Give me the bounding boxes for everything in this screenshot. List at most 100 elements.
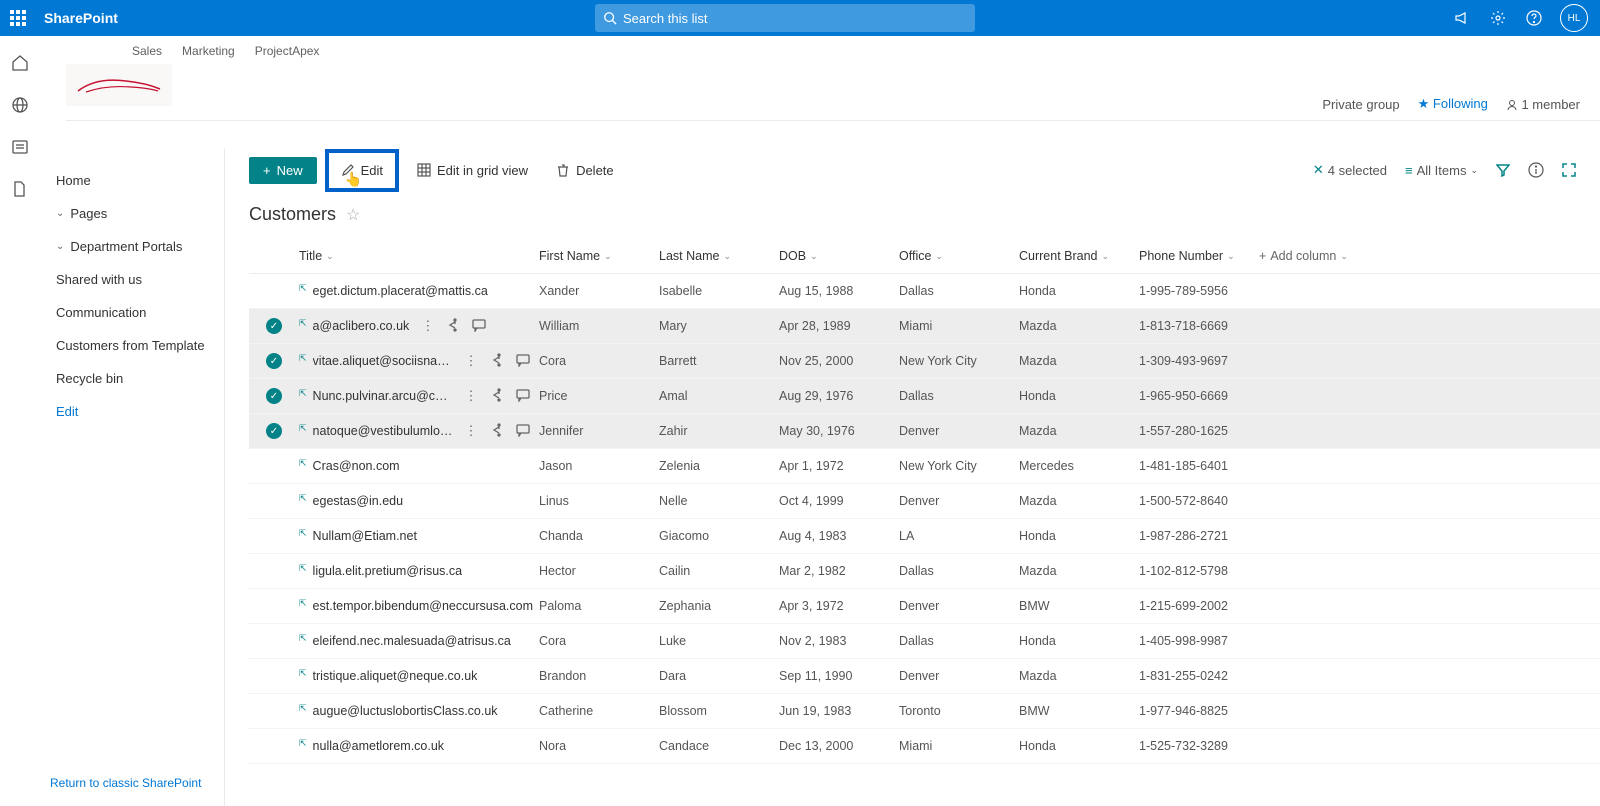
cell-dob: Oct 4, 1999 <box>779 494 899 508</box>
title-cell[interactable]: ⇱a@aclibero.co.uk⋮ <box>299 318 539 334</box>
search-input[interactable] <box>623 11 967 26</box>
comment-icon[interactable] <box>516 353 530 369</box>
members-button[interactable]: 1 member <box>1506 97 1580 112</box>
title-text: eget.dictum.placerat@mattis.ca <box>313 284 488 298</box>
edit-grid-button[interactable]: Edit in grid view <box>407 157 538 184</box>
checkmark-icon: ✓ <box>266 423 282 439</box>
table-row[interactable]: ⇱eget.dictum.placerat@mattis.caXanderIsa… <box>249 274 1600 309</box>
app-launcher[interactable] <box>0 0 36 36</box>
cell-phone: 1-995-789-5956 <box>1139 284 1259 298</box>
column-last-name[interactable]: Last Name⌄ <box>659 241 779 271</box>
table-row[interactable]: ⇱est.tempor.bibendum@neccursusa.comPalom… <box>249 589 1600 624</box>
title-text: ligula.elit.pretium@risus.ca <box>313 564 463 578</box>
table-row[interactable]: ⇱eleifend.nec.malesuada@atrisus.caCoraLu… <box>249 624 1600 659</box>
more-icon[interactable]: ⋮ <box>421 318 434 334</box>
comment-icon[interactable] <box>516 423 530 439</box>
nav-communication[interactable]: Communication <box>48 296 224 329</box>
title-cell[interactable]: ⇱augue@luctuslobortisClass.co.uk <box>299 704 539 718</box>
row-select[interactable]: ✓ <box>249 388 299 404</box>
table-row[interactable]: ⇱nulla@ametlorem.co.ukNoraCandaceDec 13,… <box>249 729 1600 764</box>
title-cell[interactable]: ⇱eleifend.nec.malesuada@atrisus.ca <box>299 634 539 648</box>
nav-home[interactable]: Home <box>48 164 224 197</box>
title-cell[interactable]: ⇱vitae.aliquet@sociisnato...⋮ <box>299 353 539 369</box>
column-office[interactable]: Office⌄ <box>899 241 1019 271</box>
cell-first: Jennifer <box>539 424 659 438</box>
title-cell[interactable]: ⇱Nunc.pulvinar.arcu@con...⋮ <box>299 388 539 404</box>
new-button[interactable]: +New <box>249 157 317 184</box>
nav-customers-template[interactable]: Customers from Template <box>48 329 224 362</box>
comment-icon[interactable] <box>472 318 486 334</box>
nav-recycle-bin[interactable]: Recycle bin <box>48 362 224 395</box>
column-title[interactable]: Title⌄ <box>299 241 539 271</box>
share-icon[interactable] <box>490 353 504 369</box>
cell-first: Cora <box>539 354 659 368</box>
table-row[interactable]: ⇱egestas@in.eduLinusNelleOct 4, 1999Denv… <box>249 484 1600 519</box>
title-cell[interactable]: ⇱tristique.aliquet@neque.co.uk <box>299 669 539 683</box>
cell-first: Hector <box>539 564 659 578</box>
more-icon[interactable]: ⋮ <box>465 423 478 439</box>
help-icon[interactable] <box>1524 8 1544 28</box>
column-first-name[interactable]: First Name⌄ <box>539 241 659 271</box>
megaphone-icon[interactable] <box>1452 8 1472 28</box>
add-column[interactable]: + Add column⌄ <box>1259 241 1399 271</box>
title-cell[interactable]: ⇱est.tempor.bibendum@neccursusa.com <box>299 599 539 613</box>
nav-department-portals[interactable]: ⌄Department Portals <box>48 230 224 263</box>
settings-icon[interactable] <box>1488 8 1508 28</box>
row-select[interactable]: ✓ <box>249 423 299 439</box>
share-icon[interactable] <box>490 388 504 404</box>
favorite-star-icon[interactable]: ☆ <box>346 205 360 225</box>
user-avatar[interactable]: HL <box>1560 4 1588 32</box>
column-brand[interactable]: Current Brand⌄ <box>1019 241 1139 271</box>
nav-shared[interactable]: Shared with us <box>48 263 224 296</box>
search-box[interactable] <box>595 4 975 32</box>
edit-button[interactable]: Edit 👆 <box>325 149 399 192</box>
hub-link[interactable]: Sales <box>132 44 162 58</box>
chevron-down-icon: ⌄ <box>723 251 731 262</box>
title-cell[interactable]: ⇱eget.dictum.placerat@mattis.ca <box>299 284 539 298</box>
table-row[interactable]: ✓⇱Nunc.pulvinar.arcu@con...⋮PriceAmalAug… <box>249 379 1600 414</box>
filter-icon[interactable] <box>1496 163 1510 177</box>
hub-link[interactable]: ProjectApex <box>255 44 320 58</box>
cell-first: Brandon <box>539 669 659 683</box>
title-cell[interactable]: ⇱ligula.elit.pretium@risus.ca <box>299 564 539 578</box>
title-cell[interactable]: ⇱Cras@non.com <box>299 459 539 473</box>
more-icon[interactable]: ⋮ <box>465 353 478 369</box>
title-cell[interactable]: ⇱nulla@ametlorem.co.uk <box>299 739 539 753</box>
share-icon[interactable] <box>446 318 460 334</box>
table-row[interactable]: ✓⇱vitae.aliquet@sociisnato...⋮CoraBarret… <box>249 344 1600 379</box>
table-row[interactable]: ⇱augue@luctuslobortisClass.co.ukCatherin… <box>249 694 1600 729</box>
title-cell[interactable]: ⇱Nullam@Etiam.net <box>299 529 539 543</box>
clear-selection[interactable]: ✕4 selected <box>1313 162 1387 178</box>
plus-icon: + <box>1259 249 1266 263</box>
column-phone[interactable]: Phone Number⌄ <box>1139 241 1259 271</box>
table-row[interactable]: ⇱Cras@non.comJasonZeleniaApr 1, 1972New … <box>249 449 1600 484</box>
hub-link[interactable]: Marketing <box>182 44 235 58</box>
app-name[interactable]: SharePoint <box>36 10 118 26</box>
title-cell[interactable]: ⇱natoque@vestibulumlor...⋮ <box>299 423 539 439</box>
comment-icon[interactable] <box>516 388 530 404</box>
site-logo[interactable] <box>66 64 172 106</box>
title-cell[interactable]: ⇱egestas@in.edu <box>299 494 539 508</box>
news-icon[interactable] <box>11 138 29 156</box>
table-row[interactable]: ✓⇱natoque@vestibulumlor...⋮JenniferZahir… <box>249 414 1600 449</box>
cell-dob: Mar 2, 1982 <box>779 564 899 578</box>
info-icon[interactable] <box>1528 162 1544 178</box>
more-icon[interactable]: ⋮ <box>465 388 478 404</box>
follow-button[interactable]: ★ Following <box>1418 96 1488 112</box>
column-dob[interactable]: DOB⌄ <box>779 241 899 271</box>
row-select[interactable]: ✓ <box>249 318 299 334</box>
return-classic-link[interactable]: Return to classic SharePoint <box>50 776 201 790</box>
expand-icon[interactable] <box>1562 163 1576 177</box>
cell-first: Linus <box>539 494 659 508</box>
table-row[interactable]: ⇱tristique.aliquet@neque.co.ukBrandonDar… <box>249 659 1600 694</box>
table-row[interactable]: ✓⇱a@aclibero.co.uk⋮WilliamMaryApr 28, 19… <box>249 309 1600 344</box>
share-icon[interactable] <box>490 423 504 439</box>
table-row[interactable]: ⇱ligula.elit.pretium@risus.caHectorCaili… <box>249 554 1600 589</box>
nav-pages[interactable]: ⌄Pages <box>48 197 224 230</box>
delete-button[interactable]: Delete <box>546 157 624 184</box>
row-select[interactable]: ✓ <box>249 353 299 369</box>
nav-edit-link[interactable]: Edit <box>48 395 224 428</box>
files-icon[interactable] <box>11 180 29 198</box>
table-row[interactable]: ⇱Nullam@Etiam.netChandaGiacomoAug 4, 198… <box>249 519 1600 554</box>
view-selector[interactable]: ≡All Items⌄ <box>1405 163 1478 178</box>
